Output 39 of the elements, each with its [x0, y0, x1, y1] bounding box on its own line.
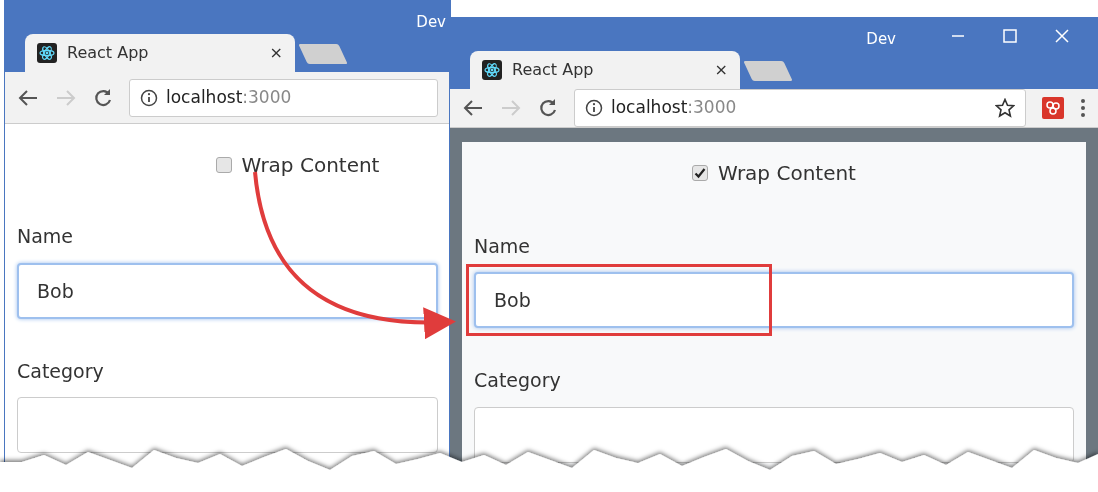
react-logo-icon: [482, 59, 502, 80]
tab-close-icon[interactable]: ×: [714, 57, 728, 82]
field-label: Category: [474, 368, 561, 393]
checkbox-label: Wrap Content: [718, 159, 856, 187]
menu-icon[interactable]: [1080, 97, 1086, 118]
maximize-icon[interactable]: [1003, 28, 1017, 43]
input-field[interactable]: Bob: [474, 272, 1074, 328]
url-text: localhost:3000: [611, 95, 737, 119]
checkbox[interactable]: [692, 164, 708, 181]
reload-icon[interactable]: [93, 87, 113, 108]
back-arrow-icon[interactable]: [17, 87, 39, 108]
close-icon[interactable]: [1055, 28, 1069, 43]
tab-title: React App: [67, 42, 150, 64]
reload-icon[interactable]: [538, 97, 558, 118]
back-arrow-icon[interactable]: [462, 97, 484, 118]
new-tab-button[interactable]: [743, 60, 793, 81]
star-icon[interactable]: [995, 97, 1015, 118]
input-field[interactable]: [474, 406, 1074, 463]
profile-name[interactable]: Dev: [416, 10, 446, 34]
react-logo-icon: [37, 43, 57, 63]
browser-tab[interactable]: React App ×: [470, 50, 740, 89]
address-bar[interactable]: localhost:3000: [129, 78, 438, 117]
profile-name[interactable]: Dev: [866, 28, 896, 51]
checkbox-label: Wrap Content: [241, 152, 380, 179]
field-label: Name: [474, 233, 531, 259]
address-bar[interactable]: localhost:3000: [574, 88, 1026, 127]
input-field[interactable]: Bob: [17, 262, 438, 319]
info-icon: [585, 98, 603, 117]
checkbox[interactable]: [215, 157, 232, 173]
info-icon: [140, 88, 158, 107]
new-tab-button[interactable]: [298, 44, 348, 64]
url-text: localhost:3000: [166, 85, 292, 109]
tab-close-icon[interactable]: ×: [269, 41, 283, 65]
field-label: Category: [17, 358, 104, 384]
extension-icon[interactable]: [1042, 96, 1064, 119]
field-label: Name: [17, 224, 74, 249]
browser-tab[interactable]: React App ×: [25, 34, 295, 72]
tab-title: React App: [512, 58, 595, 81]
input-field[interactable]: [17, 397, 438, 453]
